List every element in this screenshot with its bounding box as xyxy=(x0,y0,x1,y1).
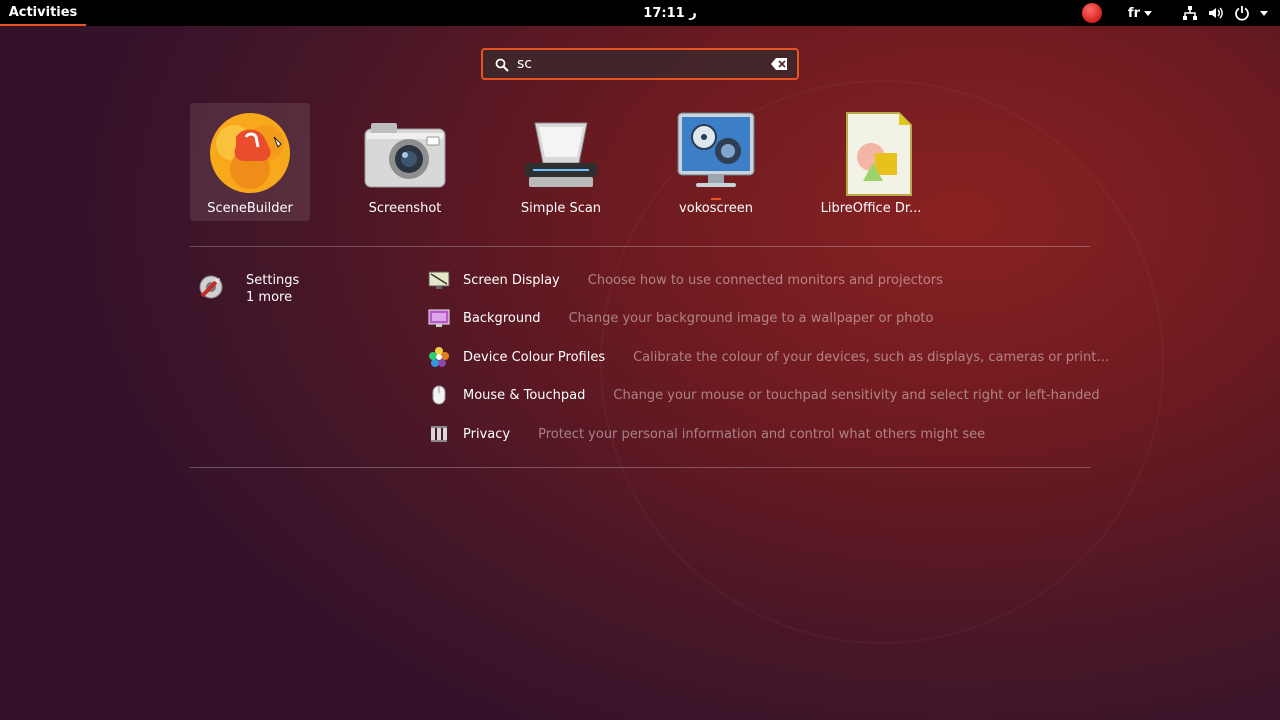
result-description: Calibrate the colour of your devices, su… xyxy=(633,349,1110,365)
section-divider xyxy=(190,467,1090,468)
chevron-down-icon[interactable] xyxy=(1260,10,1268,16)
app-label: Simple Scan xyxy=(520,201,602,216)
app-simple-scan[interactable]: Simple Scan xyxy=(501,103,621,221)
background-icon xyxy=(428,309,450,327)
chevron-down-icon xyxy=(1144,10,1152,16)
result-title: Screen Display xyxy=(463,272,560,288)
app-scenebuilder[interactable]: SceneBuilder xyxy=(190,103,310,221)
top-bar: Activities 17:11 ﺭ fr xyxy=(0,0,1280,26)
result-title: Background xyxy=(463,310,541,326)
clear-search-icon[interactable] xyxy=(771,58,787,70)
clock[interactable]: 17:11 ﺭ xyxy=(600,0,740,26)
network-icon[interactable] xyxy=(1182,5,1198,21)
result-title: Privacy xyxy=(463,426,511,442)
result-background[interactable]: Background Change your background image … xyxy=(428,305,933,331)
provider-more: 1 more xyxy=(246,290,293,305)
color-profile-icon xyxy=(429,347,449,367)
display-icon xyxy=(428,271,450,289)
result-description: Protect your personal information and co… xyxy=(538,426,986,442)
power-icon[interactable] xyxy=(1234,5,1250,21)
result-device-colour-profiles[interactable]: Device Colour Profiles Calibrate the col… xyxy=(428,344,1109,370)
app-libreoffice-draw[interactable]: LibreOffice Dr... xyxy=(811,103,931,221)
language-selector[interactable]: fr xyxy=(1128,6,1152,21)
settings-icon xyxy=(199,275,223,299)
app-label: SceneBuilder xyxy=(207,201,293,216)
volume-icon[interactable] xyxy=(1208,5,1224,21)
system-tray: fr xyxy=(1081,0,1268,26)
vokoscreen-icon xyxy=(668,107,764,200)
app-screenshot[interactable]: Screenshot xyxy=(345,103,465,221)
privacy-icon xyxy=(431,426,447,442)
running-indicator xyxy=(711,198,721,200)
scanner-icon xyxy=(513,107,609,199)
scenebuilder-icon xyxy=(202,107,298,199)
result-title: Device Colour Profiles xyxy=(463,349,606,365)
result-privacy[interactable]: Privacy Protect your personal informatio… xyxy=(428,421,985,447)
app-vokoscreen[interactable]: vokoscreen xyxy=(656,103,776,221)
result-description: Choose how to use connected monitors and… xyxy=(587,272,943,288)
search-box[interactable] xyxy=(481,48,799,80)
mouse-icon xyxy=(432,385,446,405)
camera-icon xyxy=(357,107,453,199)
app-label: vokoscreen xyxy=(679,201,753,216)
result-title: Mouse & Touchpad xyxy=(463,387,586,403)
app-label: LibreOffice Dr... xyxy=(820,201,922,216)
libreoffice-draw-icon xyxy=(823,107,919,199)
clock-time: 17:11 xyxy=(643,5,685,21)
provider-name: Settings xyxy=(246,273,300,288)
clock-suffix: ﺭ xyxy=(689,5,697,21)
search-icon xyxy=(495,58,509,72)
record-indicator-icon[interactable] xyxy=(1081,3,1102,23)
section-divider xyxy=(190,246,1090,247)
result-description: Change your mouse or touchpad sensitivit… xyxy=(613,387,1100,403)
result-mouse-touchpad[interactable]: Mouse & Touchpad Change your mouse or to… xyxy=(428,382,1100,408)
result-screen-display[interactable]: Screen Display Choose how to use connect… xyxy=(428,267,943,293)
language-label: fr xyxy=(1127,5,1140,21)
search-input[interactable] xyxy=(517,54,757,74)
activities-button[interactable]: Activities xyxy=(0,0,86,26)
result-description: Change your background image to a wallpa… xyxy=(568,310,934,326)
settings-provider[interactable]: Settings 1 more xyxy=(196,270,396,310)
app-label: Screenshot xyxy=(368,201,442,216)
